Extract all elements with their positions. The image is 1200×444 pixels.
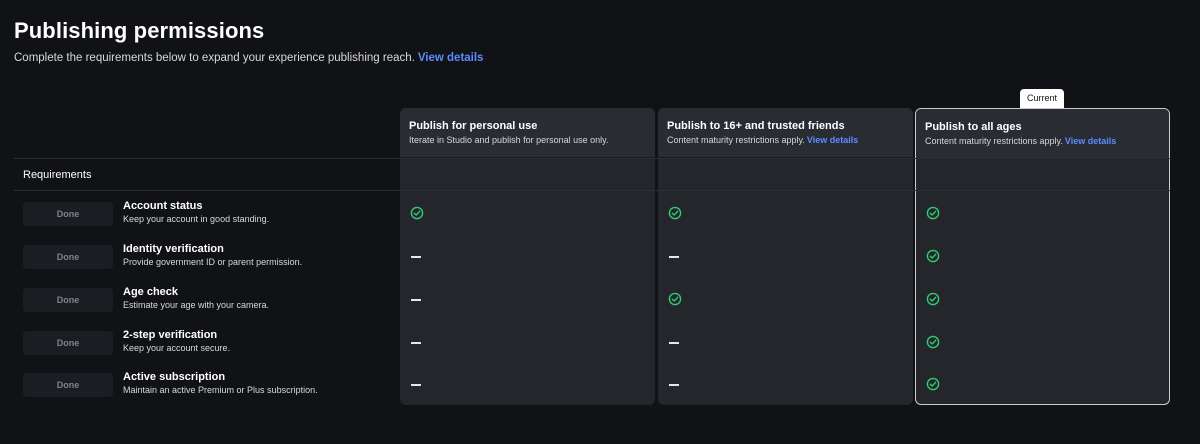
requirement-name: 2-step verification [123, 329, 218, 341]
dash-icon [669, 342, 679, 344]
tier-desc-text: Iterate in Studio and publish for person… [409, 135, 609, 145]
page-title: Publishing permissions [14, 18, 265, 43]
check-circle-icon [926, 377, 940, 391]
check-circle-icon [668, 292, 682, 306]
tier-title: Publish for personal use [409, 120, 538, 132]
tier-view-details-link[interactable]: View details [1065, 136, 1116, 146]
done-button[interactable]: Done [23, 331, 113, 355]
tier-header: Publish to all ages Content maturity res… [916, 109, 1169, 159]
check-circle-icon [668, 206, 682, 220]
current-badge: Current [1020, 89, 1064, 109]
divider [14, 158, 1170, 159]
check-circle-icon [926, 292, 940, 306]
check-circle-icon [926, 206, 940, 220]
check-circle-icon [926, 335, 940, 349]
view-details-link[interactable]: View details [418, 52, 484, 64]
dash-icon [411, 384, 421, 386]
requirement-desc: Estimate your age with your camera. [123, 300, 270, 310]
tier-header: Publish to 16+ and trusted friends Conte… [658, 108, 913, 158]
requirement-desc: Provide government ID or parent permissi… [123, 257, 303, 267]
tier-title: Publish to all ages [925, 121, 1022, 133]
done-button[interactable]: Done [23, 202, 113, 226]
dash-icon [411, 342, 421, 344]
page-subtitle: Complete the requirements below to expan… [14, 52, 483, 64]
divider [14, 190, 1170, 191]
dash-icon [669, 256, 679, 258]
requirement-row: Done Identity verification Provide governm… [0, 243, 1200, 283]
tier-desc-text: Content maturity restrictions apply. [925, 136, 1063, 146]
tier-desc: Iterate in Studio and publish for person… [409, 135, 608, 145]
tier-view-details-link[interactable]: View details [807, 135, 858, 145]
tier-desc: Content maturity restrictions apply. View… [667, 135, 858, 145]
tier-desc: Content maturity restrictions apply. View… [925, 136, 1116, 146]
requirement-row: Done Age check Estimate your age with your… [0, 286, 1200, 326]
page-subtitle-text: Complete the requirements below to expan… [14, 52, 415, 64]
tier-header: Publish for personal use Iterate in Stud… [400, 108, 655, 158]
done-button[interactable]: Done [23, 288, 113, 312]
requirements-header: Requirements [23, 169, 92, 181]
requirement-row: Done Active subscription Maintain an activ… [0, 371, 1200, 411]
requirement-name: Identity verification [123, 243, 224, 255]
dash-icon [411, 299, 421, 301]
dash-icon [669, 384, 679, 386]
requirement-name: Account status [123, 200, 203, 212]
check-circle-icon [926, 249, 940, 263]
requirement-desc: Maintain an active Premium or Plus subsc… [123, 385, 318, 395]
requirement-desc: Keep your account secure. [123, 343, 231, 353]
check-circle-icon [410, 206, 424, 220]
tier-title: Publish to 16+ and trusted friends [667, 120, 845, 132]
done-button[interactable]: Done [23, 373, 113, 397]
requirement-name: Active subscription [123, 371, 226, 383]
dash-icon [411, 256, 421, 258]
tier-desc-text: Content maturity restrictions apply. [667, 135, 805, 145]
requirement-desc: Keep your account in good standing. [123, 214, 270, 224]
requirement-row: Done Account status Keep your account in g… [0, 200, 1200, 240]
requirement-name: Age check [123, 286, 179, 298]
done-button[interactable]: Done [23, 245, 113, 269]
requirement-row: Done 2-step verification Keep your account… [0, 329, 1200, 369]
